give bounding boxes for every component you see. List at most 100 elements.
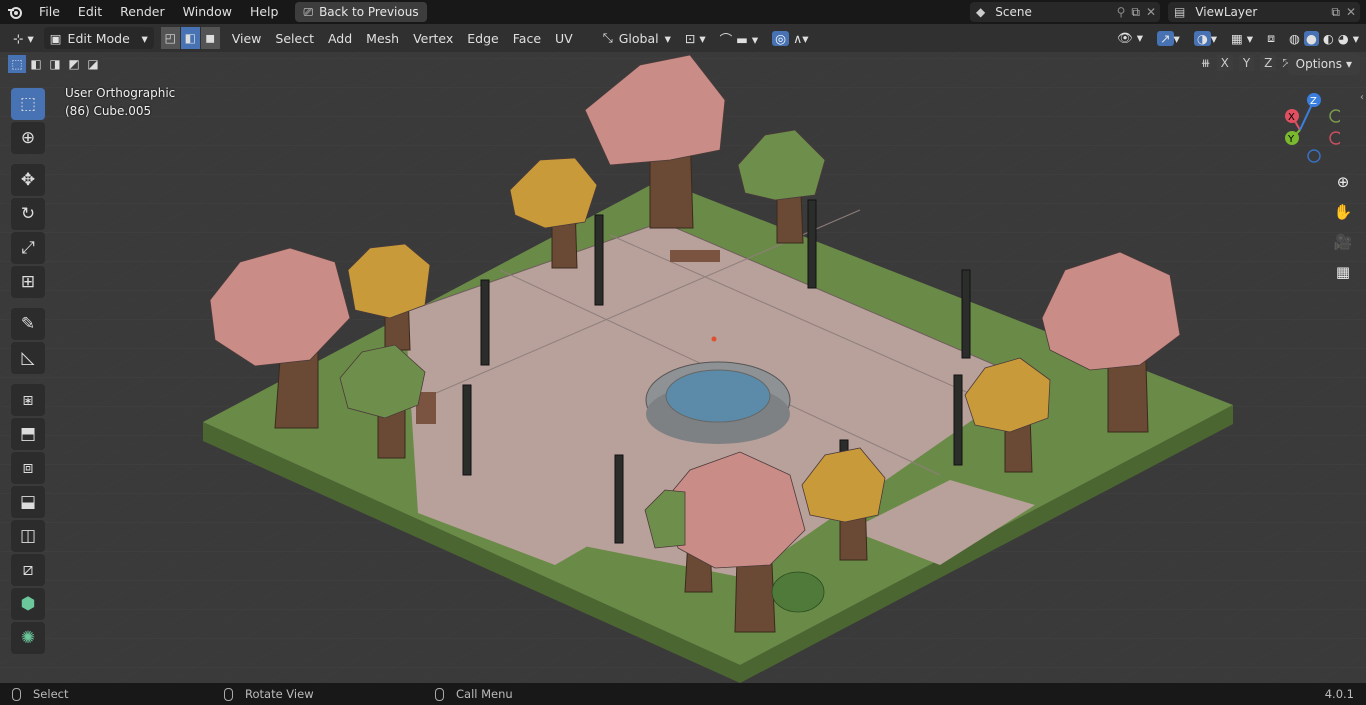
select-subtract-icon[interactable]: ◨ [46, 55, 64, 73]
menu-view[interactable]: View [225, 27, 269, 49]
bevel-tool[interactable]: ⬓ [11, 486, 45, 518]
status-rotate-view: Rotate View [245, 687, 314, 701]
axis-y-toggle[interactable]: Y [1238, 55, 1255, 71]
fountain [645, 361, 791, 444]
chevron-down-icon: ▾ [141, 30, 148, 46]
overlays-toggle[interactable]: ◑ ▾ [1187, 27, 1224, 49]
back-to-previous-button[interactable]: ⎚ Back to Previous [295, 2, 427, 22]
select-mode-toggle: ◰ ◧ ◼ [160, 27, 221, 49]
poly-build-tool[interactable]: ⬢ [11, 588, 45, 620]
proportional-edit-toggle[interactable]: ◎ ∧▾ [765, 27, 815, 49]
cursor-tool[interactable]: ⊕ [11, 122, 45, 154]
menu-face[interactable]: Face [506, 27, 548, 49]
camera-view-icon[interactable]: 🎥 [1330, 229, 1356, 255]
wireframe-shading-icon[interactable]: ◍ [1289, 31, 1300, 46]
material-shading-icon[interactable]: ◐ [1323, 31, 1334, 46]
scene-selector[interactable]: ◆ Scene ⚲ ⧉ ✕ [970, 2, 1160, 22]
navigation-gizmo[interactable]: X Y Z [1260, 90, 1340, 170]
mouse-left-icon [12, 687, 21, 701]
move-tool[interactable]: ✥ [11, 164, 45, 196]
menu-window[interactable]: Window [174, 0, 241, 24]
menu-add[interactable]: Add [321, 27, 359, 49]
axis-z-toggle[interactable]: Z [1260, 55, 1277, 71]
gizmo-x-label: X [1288, 112, 1295, 123]
new-scene-icon[interactable]: ⧉ [1131, 5, 1140, 20]
axis-x-toggle[interactable]: X [1216, 55, 1233, 71]
view-layer-selector[interactable]: ▤ ViewLayer ⧉ ✕ [1168, 2, 1360, 22]
delete-view-layer-icon[interactable]: ✕ [1346, 5, 1356, 19]
measure-tool[interactable]: ◺ [11, 342, 45, 374]
menu-edit[interactable]: Edit [69, 0, 111, 24]
perspective-grid-icon[interactable]: ▦ [1330, 259, 1356, 285]
menu-file[interactable]: File [30, 0, 69, 24]
back-to-previous-label: Back to Previous [319, 5, 419, 19]
rendered-shading-icon[interactable]: ◕ [1338, 31, 1349, 46]
pin-icon[interactable]: ⚲ [1117, 5, 1126, 19]
edge-select-icon[interactable]: ◧ [180, 27, 201, 49]
extrude-tool[interactable]: ⬒ [11, 418, 45, 450]
menu-vertex[interactable]: Vertex [406, 27, 460, 49]
view-layer-name: ViewLayer [1195, 5, 1258, 19]
select-extend-icon[interactable]: ◧ [27, 55, 45, 73]
delete-scene-icon[interactable]: ✕ [1146, 5, 1156, 19]
status-bar: Select Rotate View Call Menu 4.0.1 [0, 683, 1366, 705]
select-invert-icon[interactable]: ◩ [65, 55, 83, 73]
vertex-select-icon[interactable]: ◰ [160, 27, 181, 49]
scene-name: Scene [995, 5, 1032, 19]
gizmo-y-label: Y [1287, 134, 1295, 145]
menu-render[interactable]: Render [111, 0, 174, 24]
bench [670, 250, 720, 262]
menu-uv[interactable]: UV [548, 27, 580, 49]
solid-shading-icon[interactable]: ● [1303, 30, 1319, 46]
pivot-point-dropdown[interactable]: ⊡ ▾ [678, 27, 713, 49]
status-call-menu: Call Menu [456, 687, 513, 701]
options-dropdown[interactable]: Options ▾ [1287, 53, 1360, 75]
snap-toggle[interactable]: ⌒ ▬ ▾ [713, 27, 766, 49]
select-intersect-icon[interactable]: ◪ [84, 55, 102, 73]
pan-hand-icon[interactable]: ✋ [1330, 199, 1356, 225]
status-menu-hint: Call Menu [435, 687, 513, 701]
mouse-middle-icon [224, 687, 233, 701]
view-layer-icon: ▤ [1174, 5, 1186, 19]
select-box-tool[interactable]: ⬚ [11, 88, 45, 120]
xray-toggle[interactable]: ⧈ [1260, 27, 1282, 49]
editor-type-dropdown[interactable]: ⊹ ▾ [6, 27, 41, 49]
add-cube-tool[interactable]: ⧆ [11, 384, 45, 416]
scale-tool[interactable]: ⤢ [11, 232, 45, 264]
status-rotate-hint: Rotate View [224, 687, 314, 701]
gizmo-toggle[interactable]: ↗ ▾ [1150, 27, 1187, 49]
shading-modes[interactable]: ◍ ● ◐ ◕ ▾ [1282, 27, 1366, 49]
mesh-edit-overlays[interactable]: ▦ ▾ [1224, 27, 1260, 49]
chevron-down-icon[interactable]: ▾ [1353, 31, 1359, 46]
edit-mode-icon: ▣ [49, 30, 62, 46]
menu-mesh[interactable]: Mesh [359, 27, 406, 49]
knife-tool[interactable]: ⧄ [11, 554, 45, 586]
annotate-tool[interactable]: ✎ [11, 308, 45, 340]
orientation-icon: ⤡ [602, 30, 613, 45]
sidebar-toggle-icon[interactable]: ‹ [1360, 92, 1364, 103]
gizmo-icon: ↗ [1157, 30, 1174, 46]
zoom-icon[interactable]: ⊕ [1330, 169, 1356, 195]
transform-tool[interactable]: ⊞ [11, 266, 45, 298]
inset-tool[interactable]: ⧈ [11, 452, 45, 484]
menu-edge[interactable]: Edge [460, 27, 505, 49]
menu-help[interactable]: Help [241, 0, 288, 24]
menu-select[interactable]: Select [268, 27, 321, 49]
face-select-icon[interactable]: ◼ [200, 27, 221, 49]
3d-viewport[interactable]: ⬚ ◧ ◨ ◩ ◪ ⧻ X Y Z ⤧ Options ▾ ⬚ ⊕ ✥ ↻ ⤢ … [0, 52, 1366, 683]
options-label: Options [1295, 57, 1342, 71]
chevron-down-icon: ▾ [664, 30, 671, 46]
rotate-tool[interactable]: ↻ [11, 198, 45, 230]
blender-logo-icon[interactable] [0, 0, 30, 24]
new-view-layer-icon[interactable]: ⧉ [1331, 5, 1340, 20]
tool-shelf: ⬚ ⊕ ✥ ↻ ⤢ ⊞ ✎ ◺ ⧆ ⬒ ⧈ ⬓ ◫ ⧄ ⬢ ✺ [8, 88, 48, 654]
loop-cut-tool[interactable]: ◫ [11, 520, 45, 552]
proportional-icon: ◎ [772, 30, 790, 46]
select-new-icon[interactable]: ⬚ [8, 55, 26, 73]
spin-tool[interactable]: ✺ [11, 622, 45, 654]
visibility-dropdown[interactable]: 👁 ▾ [1110, 27, 1150, 49]
back-icon: ⎚ [303, 4, 314, 19]
transform-orientation-dropdown[interactable]: ⤡ Global ▾ [596, 27, 678, 49]
scene-canvas [0, 52, 1366, 683]
mode-dropdown[interactable]: ▣ Edit Mode ▾ [43, 27, 154, 49]
